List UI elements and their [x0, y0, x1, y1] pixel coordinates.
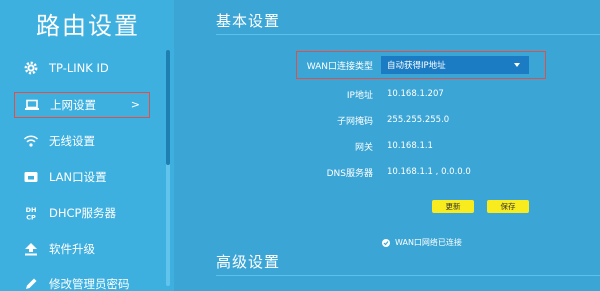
chevron-right-icon: > [130, 98, 140, 111]
advanced-settings-heading[interactable]: 高级设置 [216, 251, 280, 272]
check-circle-icon [382, 238, 390, 247]
wan-status: WAN口网络已连接 [382, 237, 462, 248]
sidebar-item-lan[interactable]: LAN口设置 [14, 164, 150, 190]
advanced-settings-divider [216, 275, 600, 276]
svg-text:CP: CP [26, 214, 36, 222]
dns-server-label: DNS服务器 [326, 169, 373, 179]
sidebar-item-internet[interactable]: 上网设置 > [14, 92, 150, 118]
sidebar-item-wireless[interactable]: 无线设置 [14, 128, 150, 154]
sidebar-item-label: 无线设置 [49, 134, 95, 148]
ip-address-value: 10.168.1.207 [387, 89, 444, 99]
sidebar-item-label: 修改管理员密码 [49, 277, 130, 291]
subnet-mask-label: 子网掩码 [336, 117, 373, 127]
sidebar-item-upgrade[interactable]: 软件升级 [14, 236, 150, 262]
gear-icon [23, 60, 39, 76]
pencil-icon [23, 276, 39, 291]
sidebar: 路由设置 TP-LINK ID 上网设置 > 无线设置 LAN口设置 DH CP … [0, 0, 174, 291]
caret-down-icon [514, 63, 520, 67]
sidebar-item-tplink-id[interactable]: TP-LINK ID [14, 55, 150, 81]
laptop-icon [24, 97, 40, 113]
sidebar-scrollbar-thumb[interactable] [166, 50, 170, 165]
gateway-label: 网关 [354, 143, 373, 153]
wifi-icon [23, 133, 39, 149]
sidebar-title: 路由设置 [36, 12, 140, 40]
dhcp-icon: DH CP [23, 205, 39, 221]
sidebar-item-label: LAN口设置 [49, 170, 107, 184]
sidebar-item-label: DHCP服务器 [49, 206, 116, 220]
refresh-button[interactable]: 更新 [432, 200, 474, 213]
subnet-mask-value: 255.255.255.0 [387, 115, 450, 125]
sidebar-item-dhcp[interactable]: DH CP DHCP服务器 [14, 200, 150, 226]
lan-icon [23, 169, 39, 185]
basic-settings-heading: 基本设置 [216, 12, 281, 30]
wan-status-text: WAN口网络已连接 [395, 238, 462, 247]
sidebar-item-admin-password[interactable]: 修改管理员密码 [14, 271, 150, 291]
wan-type-value: 自动获得IP地址 [387, 61, 446, 71]
dns-server-value: 10.168.1.1 , 0.0.0.0 [387, 167, 471, 177]
basic-settings-divider [216, 34, 600, 35]
wan-type-select[interactable]: 自动获得IP地址 [381, 56, 529, 74]
gateway-value: 10.168.1.1 [387, 141, 433, 151]
sidebar-item-label: 上网设置 [50, 98, 96, 112]
upgrade-icon [23, 241, 39, 257]
sidebar-item-label: 软件升级 [49, 242, 95, 256]
ip-address-label: IP地址 [346, 91, 373, 101]
wan-type-label: WAN口连接类型 [306, 62, 373, 72]
sidebar-item-label: TP-LINK ID [49, 61, 109, 75]
save-button[interactable]: 保存 [487, 200, 529, 213]
